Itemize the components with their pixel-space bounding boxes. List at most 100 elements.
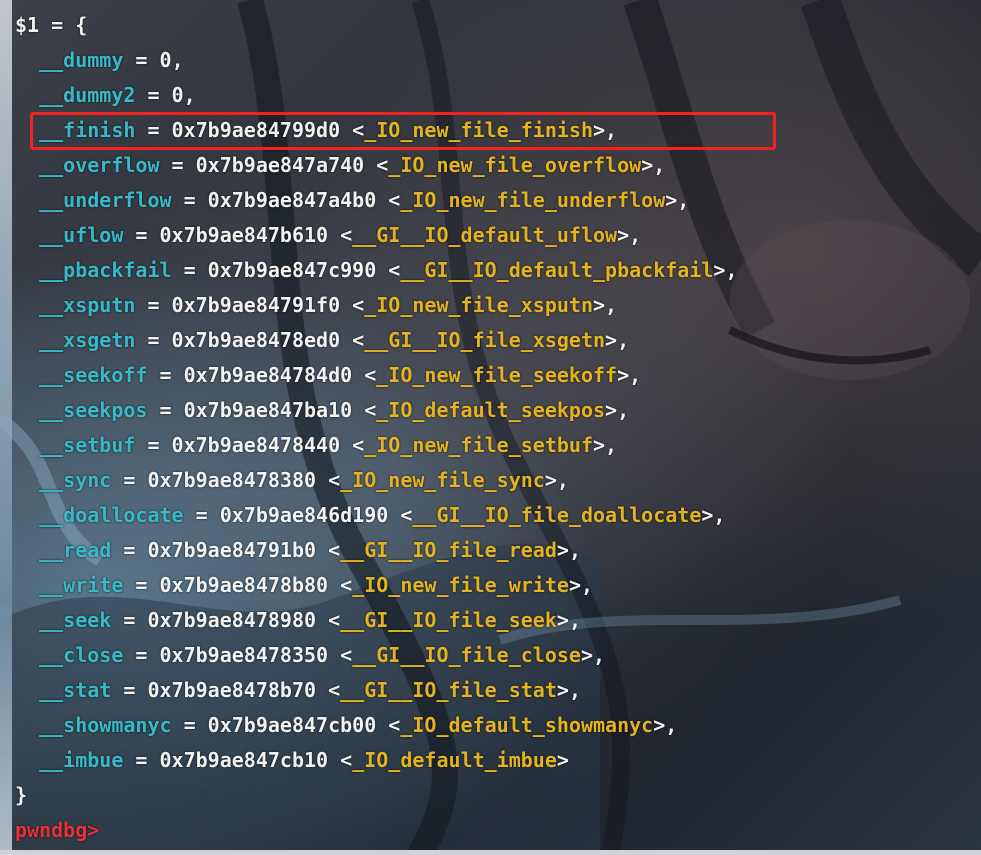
struct-header: $1 = { bbox=[15, 13, 88, 37]
symbol-close: > bbox=[593, 433, 606, 457]
vtable-field-line: __uflow = 0x7b9ae847b610 <__GI__IO_defau… bbox=[15, 218, 738, 253]
field-equals: = bbox=[135, 83, 172, 107]
field-name: __dummy bbox=[39, 48, 124, 72]
field-name: __seek bbox=[39, 608, 112, 632]
symbol-close: > bbox=[556, 748, 569, 772]
vtable-field-line: __close = 0x7b9ae8478350 <__GI__IO_file_… bbox=[15, 638, 738, 673]
field-address: 0x7b9ae847c990 bbox=[207, 258, 377, 282]
terminal-window[interactable]: $1 = { __dummy = 0, __dummy2 = 0, __fini… bbox=[0, 0, 981, 855]
field-equals: = bbox=[123, 223, 160, 247]
field-address: 0x7b9ae84784d0 bbox=[183, 363, 353, 387]
symbol-open: < bbox=[328, 223, 353, 247]
window-left-edge bbox=[0, 0, 12, 855]
field-equals: = bbox=[135, 433, 172, 457]
vtable-field-line: __showmanyc = 0x7b9ae847cb00 <_IO_defaul… bbox=[15, 708, 738, 743]
field-equals: = bbox=[171, 258, 208, 282]
symbol-name: _IO_default_showmanyc bbox=[400, 713, 654, 737]
field-address: 0x7b9ae8478b70 bbox=[147, 678, 317, 702]
symbol-open: < bbox=[328, 573, 353, 597]
field-address: 0x7b9ae8478440 bbox=[171, 433, 341, 457]
symbol-open: < bbox=[364, 153, 389, 177]
symbol-open: < bbox=[376, 188, 401, 212]
symbol-name: _IO_default_imbue bbox=[352, 748, 557, 772]
pwndbg-prompt[interactable]: pwndbg> bbox=[15, 813, 738, 848]
symbol-close: > bbox=[593, 293, 606, 317]
field-name: __seekoff bbox=[39, 363, 148, 387]
vtable-field-line: __write = 0x7b9ae8478b80 <_IO_new_file_w… bbox=[15, 568, 738, 603]
field-address: 0x7b9ae8478350 bbox=[159, 643, 329, 667]
vtable-field-list: __dummy = 0, __dummy2 = 0, __finish = 0x… bbox=[15, 43, 738, 778]
symbol-name: _IO_new_file_setbuf bbox=[364, 433, 593, 457]
symbol-name: _IO_new_file_xsputn bbox=[364, 293, 593, 317]
field-comma: , bbox=[568, 538, 581, 562]
field-address: 0x7b9ae847a740 bbox=[195, 153, 365, 177]
symbol-close: > bbox=[556, 608, 569, 632]
field-equals: = bbox=[135, 293, 172, 317]
field-indent bbox=[15, 293, 39, 317]
field-name: __read bbox=[39, 538, 112, 562]
field-comma: , bbox=[629, 223, 642, 247]
field-equals: = bbox=[111, 608, 148, 632]
symbol-close: > bbox=[605, 398, 618, 422]
field-comma: , bbox=[556, 468, 569, 492]
field-equals: = bbox=[123, 573, 160, 597]
field-indent bbox=[15, 258, 39, 282]
vtable-field-line: __seekoff = 0x7b9ae84784d0 <_IO_new_file… bbox=[15, 358, 738, 393]
symbol-close: > bbox=[544, 468, 557, 492]
symbol-open: < bbox=[340, 328, 365, 352]
field-name: __underflow bbox=[39, 188, 172, 212]
field-indent bbox=[15, 468, 39, 492]
symbol-open: < bbox=[316, 468, 341, 492]
field-comma: , bbox=[171, 48, 184, 72]
field-indent bbox=[15, 538, 39, 562]
field-indent bbox=[15, 223, 39, 247]
field-equals: = bbox=[159, 153, 196, 177]
field-equals: = bbox=[171, 188, 208, 212]
symbol-name: _IO_default_seekpos bbox=[376, 398, 606, 422]
field-comma: , bbox=[183, 83, 196, 107]
field-comma: , bbox=[665, 713, 678, 737]
vtable-field-line: __setbuf = 0x7b9ae8478440 <_IO_new_file_… bbox=[15, 428, 738, 463]
symbol-close: > bbox=[617, 223, 630, 247]
symbol-name: __GI__IO_file_close bbox=[352, 643, 581, 667]
field-indent bbox=[15, 153, 39, 177]
symbol-open: < bbox=[328, 748, 353, 772]
field-comma: , bbox=[580, 573, 594, 597]
symbol-name: __GI__IO_file_xsgetn bbox=[364, 328, 606, 352]
field-address: 0x7b9ae8478980 bbox=[147, 608, 317, 632]
symbol-close: > bbox=[701, 503, 714, 527]
symbol-name: _IO_new_file_sync bbox=[340, 468, 545, 492]
field-equals: = bbox=[123, 48, 160, 72]
field-indent bbox=[15, 748, 39, 772]
field-indent bbox=[15, 398, 39, 422]
field-comma: , bbox=[605, 433, 618, 457]
symbol-open: < bbox=[340, 293, 365, 317]
symbol-name: _IO_new_file_overflow bbox=[388, 153, 642, 177]
vtable-field-line: __seek = 0x7b9ae8478980 <__GI__IO_file_s… bbox=[15, 603, 738, 638]
field-comma: , bbox=[617, 328, 630, 352]
field-address: 0x7b9ae847cb10 bbox=[159, 748, 329, 772]
field-name: __write bbox=[39, 573, 124, 597]
symbol-name: _IO_new_file_write bbox=[352, 573, 569, 597]
symbol-close: > bbox=[556, 538, 569, 562]
field-address: 0x7b9ae847cb00 bbox=[207, 713, 377, 737]
field-equals: = bbox=[123, 643, 160, 667]
symbol-name: __GI__IO_file_stat bbox=[340, 678, 557, 702]
symbol-open: < bbox=[328, 643, 353, 667]
field-indent bbox=[15, 433, 39, 457]
field-indent bbox=[15, 608, 39, 632]
field-address: 0 bbox=[171, 83, 184, 107]
field-comma: , bbox=[725, 258, 738, 282]
field-indent bbox=[15, 713, 39, 737]
field-name: __pbackfail bbox=[39, 258, 172, 282]
symbol-close: > bbox=[641, 153, 654, 177]
field-name: __dummy2 bbox=[39, 83, 136, 107]
field-indent bbox=[15, 643, 39, 667]
symbol-name: _IO_new_file_underflow bbox=[400, 188, 666, 212]
field-comma: , bbox=[677, 188, 690, 212]
field-equals: = bbox=[111, 678, 148, 702]
symbol-open: < bbox=[316, 678, 341, 702]
vtable-field-line: __seekpos = 0x7b9ae847ba10 <_IO_default_… bbox=[15, 393, 738, 428]
field-indent bbox=[15, 48, 39, 72]
field-equals: = bbox=[111, 538, 148, 562]
